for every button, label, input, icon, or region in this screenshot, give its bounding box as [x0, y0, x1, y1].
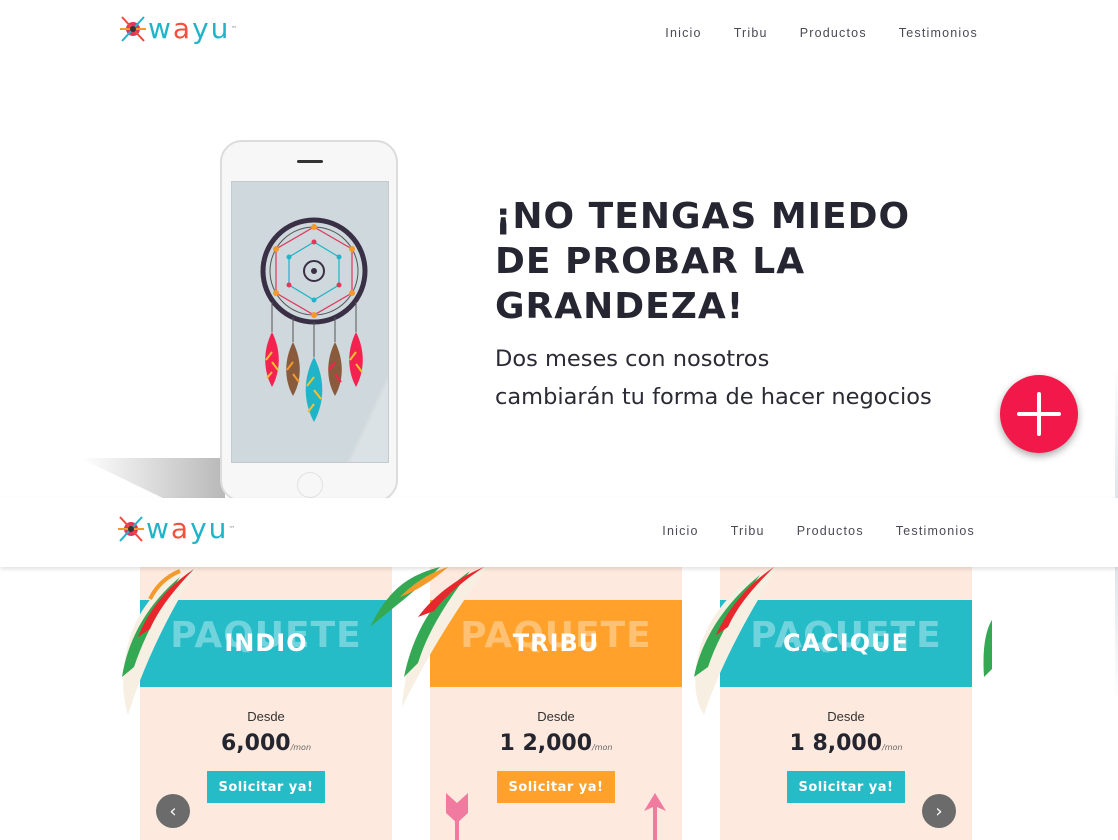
hero-title-line: GRANDEZA! — [495, 286, 745, 327]
hero-subtitle-line: Dos meses con nosotros — [495, 346, 770, 372]
feather-decoration-icon — [370, 567, 488, 707]
chevron-left-icon: ‹ — [169, 800, 177, 822]
card-price: 6,000/mon — [140, 731, 392, 756]
card-price-value: 1 8,000 — [789, 731, 883, 756]
card-price-value: 1 2,000 — [499, 731, 593, 756]
card-price-period: /mon — [882, 743, 903, 752]
solicitar-button[interactable]: Solicitar ya! — [497, 771, 615, 803]
dreamcatcher-logo-icon — [118, 516, 144, 542]
phone-screen — [231, 181, 389, 463]
fab-add-button[interactable] — [1000, 375, 1078, 453]
solicitar-button[interactable]: Solicitar ya! — [787, 771, 905, 803]
carousel-prev-button[interactable]: ‹ — [156, 794, 190, 828]
hero-subtitle: Dos meses con nosotros cambiarán tu form… — [495, 340, 1015, 416]
logo[interactable]: wayu™ — [120, 14, 239, 44]
top-navbar: wayu™ Inicio Tribu Productos Testimonios — [0, 0, 1118, 66]
nav-item-inicio[interactable]: Inicio — [662, 524, 698, 538]
main-menu: Inicio Tribu Productos Testimonios — [633, 26, 978, 40]
nav-item-testimonios[interactable]: Testimonios — [896, 524, 975, 538]
logo[interactable]: wayu™ — [118, 514, 237, 544]
feather-decoration-icon — [694, 567, 778, 715]
dreamcatcher-illustration-icon — [260, 217, 368, 422]
phone-shadow — [80, 458, 225, 500]
nav-item-testimonios[interactable]: Testimonios — [899, 26, 978, 40]
card-price: 1 8,000/mon — [720, 731, 972, 756]
card-price-value: 6,000 — [220, 731, 291, 756]
phone-home-button — [297, 472, 323, 498]
logo-wordmark: wayu™ — [148, 12, 240, 45]
card-price: 1 2,000/mon — [430, 731, 682, 756]
hero-title: ¡NO TENGAS MIEDO DE PROBAR LA GRANDEZA! — [495, 194, 955, 329]
phone-speaker — [297, 160, 323, 163]
phone-mockup — [220, 140, 398, 502]
arrow-decoration-icon — [446, 793, 468, 840]
hero-title-line: DE PROBAR LA — [495, 241, 806, 282]
nav-item-productos[interactable]: Productos — [797, 524, 864, 538]
hero-subtitle-line: cambiarán tu forma de hacer negocios — [495, 384, 932, 410]
sticky-navbar: wayu™ Inicio Tribu Productos Testimonios — [0, 498, 1118, 567]
feather-decoration-icon — [983, 620, 992, 677]
card-price-period: /mon — [290, 743, 312, 752]
hero-title-line: ¡NO TENGAS MIEDO — [495, 196, 911, 237]
feather-decoration-icon — [122, 567, 198, 715]
logo-wordmark: wayu™ — [146, 512, 238, 545]
carousel-next-button[interactable]: › — [922, 794, 956, 828]
arrow-decoration-icon — [644, 793, 666, 840]
card-price-period: /mon — [592, 743, 613, 752]
main-menu: Inicio Tribu Productos Testimonios — [630, 524, 975, 538]
dreamcatcher-logo-icon — [120, 16, 146, 42]
pricing-carousel: PAQUETE INDIO Desde 6,000/mon Solicitar … — [120, 567, 992, 840]
chevron-right-icon: › — [935, 800, 943, 822]
nav-item-tribu[interactable]: Tribu — [734, 26, 768, 40]
plus-icon-vertical — [1037, 392, 1041, 436]
nav-item-productos[interactable]: Productos — [800, 26, 867, 40]
nav-item-inicio[interactable]: Inicio — [665, 26, 701, 40]
solicitar-button[interactable]: Solicitar ya! — [207, 771, 325, 803]
nav-item-tribu[interactable]: Tribu — [731, 524, 765, 538]
